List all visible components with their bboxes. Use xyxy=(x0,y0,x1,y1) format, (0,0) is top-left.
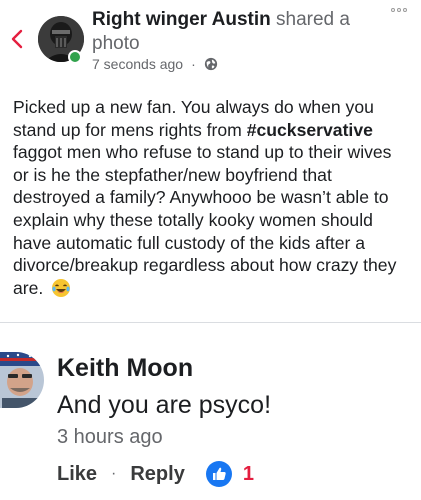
post-author-line: Right winger Austin shared a photo xyxy=(92,8,392,56)
reaction-count[interactable]: 1 xyxy=(243,463,254,486)
comment-actions: Like · Reply 1 xyxy=(57,460,254,488)
reply-button[interactable]: Reply xyxy=(130,463,184,486)
meta-separator: · xyxy=(191,56,196,72)
comment-text: And you are psyco! xyxy=(57,391,272,419)
hashtag-link[interactable]: #cuckservative xyxy=(247,120,373,140)
section-divider xyxy=(0,322,421,323)
more-options-icon[interactable] xyxy=(391,8,407,14)
comment-author-name[interactable]: Keith Moon xyxy=(57,354,193,383)
back-chevron-icon[interactable] xyxy=(10,28,24,50)
like-reaction-icon[interactable] xyxy=(205,460,233,488)
post-header: Right winger Austin shared a photo 7 sec… xyxy=(0,0,421,84)
action-separator: · xyxy=(111,465,117,482)
post-body: Picked up a new fan. You always do when … xyxy=(13,96,409,299)
comment-timestamp[interactable]: 3 hours ago xyxy=(57,426,163,449)
post-text-end: faggot men who refuse to stand up to the… xyxy=(13,142,397,298)
laughing-tears-emoji-icon xyxy=(52,278,71,297)
commenter-avatar[interactable] xyxy=(0,352,44,408)
online-status-dot xyxy=(68,50,82,64)
post-author-name[interactable]: Right winger Austin xyxy=(92,9,271,30)
post-meta: 7 seconds ago · xyxy=(92,56,218,72)
like-button[interactable]: Like xyxy=(57,463,97,486)
globe-icon[interactable] xyxy=(204,57,218,71)
post-timestamp[interactable]: 7 seconds ago xyxy=(92,56,183,72)
